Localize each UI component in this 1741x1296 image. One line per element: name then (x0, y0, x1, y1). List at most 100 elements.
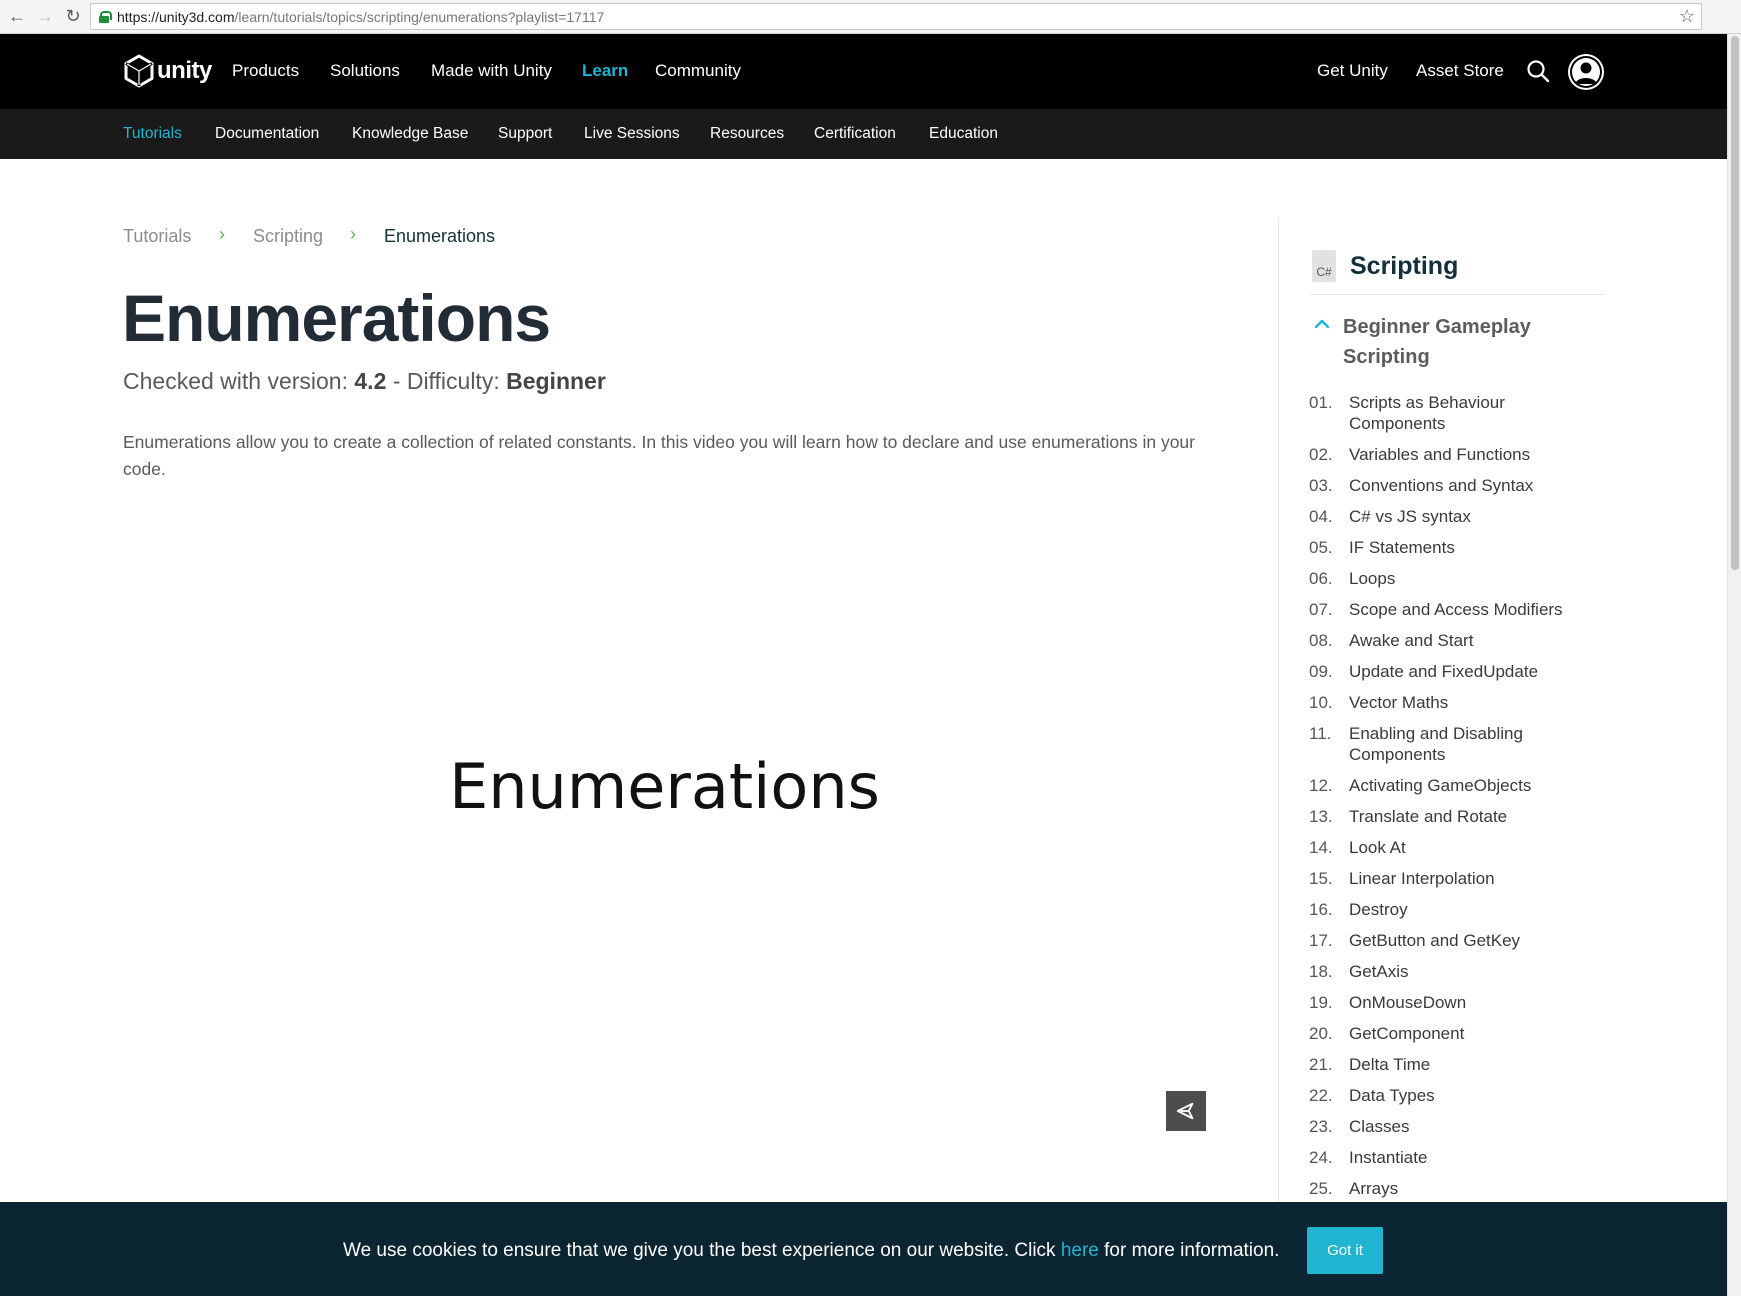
lesson-item[interactable]: 15. Linear Interpolation (1309, 868, 1589, 889)
learn-subnavigation: Tutorials Documentation Knowledge Base S… (0, 109, 1727, 159)
subnav-live-sessions[interactable]: Live Sessions (584, 125, 680, 143)
lesson-label[interactable]: Enabling and Disabling Components (1349, 723, 1589, 765)
lesson-item[interactable]: 10. Vector Maths (1309, 692, 1589, 713)
breadcrumb-tutorials[interactable]: Tutorials (123, 226, 191, 247)
unity-logo[interactable]: unity (123, 54, 212, 88)
nav-community[interactable]: Community (655, 61, 741, 81)
video-title-card: Enumerations (449, 750, 880, 823)
search-icon[interactable] (1526, 59, 1550, 83)
lesson-label[interactable]: Instantiate (1349, 1147, 1589, 1168)
subnav-knowledge-base[interactable]: Knowledge Base (352, 125, 468, 143)
lesson-label[interactable]: Look At (1349, 837, 1589, 858)
lesson-item[interactable]: 08. Awake and Start (1309, 630, 1589, 651)
subnav-support[interactable]: Support (498, 125, 552, 143)
lesson-item[interactable]: 01. Scripts as Behaviour Components (1309, 392, 1589, 434)
lesson-item[interactable]: 12. Activating GameObjects (1309, 775, 1589, 796)
lesson-label[interactable]: C# vs JS syntax (1349, 506, 1589, 527)
lesson-item[interactable]: 19. OnMouseDown (1309, 992, 1589, 1013)
nav-asset-store[interactable]: Asset Store (1416, 61, 1504, 81)
nav-made-with-unity[interactable]: Made with Unity (431, 61, 552, 81)
brand-name: unity (157, 57, 212, 84)
lesson-label[interactable]: GetButton and GetKey (1349, 930, 1589, 951)
lesson-item[interactable]: 11. Enabling and Disabling Components (1309, 723, 1589, 765)
breadcrumb-separator: › (219, 224, 225, 244)
lesson-label[interactable]: GetComponent (1349, 1023, 1589, 1044)
lesson-number: 16. (1309, 900, 1333, 919)
lesson-item[interactable]: 18. GetAxis (1309, 961, 1589, 982)
reload-icon[interactable]: ↻ (62, 6, 84, 28)
lesson-label[interactable]: Destroy (1349, 899, 1589, 920)
lesson-item[interactable]: 02. Variables and Functions (1309, 444, 1589, 465)
lesson-label[interactable]: Scope and Access Modifiers (1349, 599, 1589, 620)
lesson-item[interactable]: 16. Destroy (1309, 899, 1589, 920)
lesson-label[interactable]: Classes (1349, 1116, 1589, 1137)
lesson-label[interactable]: IF Statements (1349, 537, 1589, 558)
csharp-icon-label: C# (1316, 265, 1332, 279)
cookie-accept-button[interactable]: Got it (1307, 1227, 1383, 1274)
unity-watermark-icon[interactable] (1166, 1091, 1206, 1131)
lesson-item[interactable]: 23. Classes (1309, 1116, 1589, 1137)
lesson-item[interactable]: 14. Look At (1309, 837, 1589, 858)
playlist-title[interactable]: Beginner Gameplay Scripting (1343, 312, 1543, 372)
lesson-item[interactable]: 24. Instantiate (1309, 1147, 1589, 1168)
breadcrumb-separator: › (350, 224, 356, 244)
nav-get-unity[interactable]: Get Unity (1317, 61, 1388, 81)
lesson-number: 07. (1309, 600, 1333, 619)
lesson-label[interactable]: Scripts as Behaviour Components (1349, 392, 1589, 434)
lesson-item[interactable]: 03. Conventions and Syntax (1309, 475, 1589, 496)
top-navigation: unity Products Solutions Made with Unity… (0, 34, 1727, 109)
lesson-item[interactable]: 04. C# vs JS syntax (1309, 506, 1589, 527)
page-scrollbar[interactable] (1727, 34, 1741, 1296)
lesson-item[interactable]: 07. Scope and Access Modifiers (1309, 599, 1589, 620)
lesson-item[interactable]: 06. Loops (1309, 568, 1589, 589)
sidebar-title[interactable]: Scripting (1350, 252, 1458, 281)
lesson-label[interactable]: GetAxis (1349, 961, 1589, 982)
lesson-label[interactable]: Delta Time (1349, 1054, 1589, 1075)
subnav-documentation[interactable]: Documentation (215, 125, 319, 143)
lesson-label[interactable]: Awake and Start (1349, 630, 1589, 651)
subnav-certification[interactable]: Certification (814, 125, 896, 143)
lesson-label[interactable]: Data Types (1349, 1085, 1589, 1106)
url-path: /learn/tutorials/topics/scripting/enumer… (234, 8, 605, 25)
lesson-label[interactable]: Conventions and Syntax (1349, 475, 1589, 496)
lesson-label[interactable]: Translate and Rotate (1349, 806, 1589, 827)
cookie-text-before: We use cookies to ensure that we give yo… (343, 1240, 1061, 1261)
address-bar[interactable]: https://unity3d.com/learn/tutorials/topi… (90, 3, 1702, 30)
lesson-item[interactable]: 25. Arrays (1309, 1178, 1589, 1199)
nav-products[interactable]: Products (232, 61, 299, 81)
subnav-tutorials[interactable]: Tutorials (123, 125, 182, 143)
lesson-item[interactable]: 21. Delta Time (1309, 1054, 1589, 1075)
lesson-label[interactable]: Vector Maths (1349, 692, 1589, 713)
back-arrow-icon[interactable]: ← (6, 6, 28, 28)
subnav-resources[interactable]: Resources (710, 125, 784, 143)
user-avatar-icon[interactable] (1568, 54, 1604, 90)
lesson-label[interactable]: Update and FixedUpdate (1349, 661, 1589, 682)
lesson-label[interactable]: Variables and Functions (1349, 444, 1589, 465)
video-player[interactable]: Enumerations (123, 510, 1206, 1192)
lesson-item[interactable]: 09. Update and FixedUpdate (1309, 661, 1589, 682)
browser-toolbar: ← → ↻ https://unity3d.com/learn/tutorial… (0, 0, 1741, 34)
bookmark-star-icon[interactable]: ☆ (1679, 6, 1695, 27)
lesson-item[interactable]: 22. Data Types (1309, 1085, 1589, 1106)
subnav-education[interactable]: Education (929, 125, 998, 143)
nav-learn[interactable]: Learn (582, 61, 628, 81)
lesson-item[interactable]: 05. IF Statements (1309, 537, 1589, 558)
nav-solutions[interactable]: Solutions (330, 61, 400, 81)
cookie-more-info-link[interactable]: here (1061, 1240, 1099, 1261)
lesson-label[interactable]: Arrays (1349, 1178, 1589, 1199)
playlist-toggle[interactable]: Beginner Gameplay Scripting (1312, 312, 1543, 372)
lesson-label[interactable]: Loops (1349, 568, 1589, 589)
lesson-label[interactable]: Activating GameObjects (1349, 775, 1589, 796)
lesson-item[interactable]: 17. GetButton and GetKey (1309, 930, 1589, 951)
chevron-up-icon[interactable] (1312, 314, 1332, 334)
lesson-label[interactable]: OnMouseDown (1349, 992, 1589, 1013)
lesson-label[interactable]: Linear Interpolation (1349, 868, 1589, 889)
meta-separator: - (386, 368, 407, 394)
lesson-item[interactable]: 13. Translate and Rotate (1309, 806, 1589, 827)
forward-arrow-icon[interactable]: → (34, 6, 56, 28)
lesson-item[interactable]: 20. GetComponent (1309, 1023, 1589, 1044)
scrollbar-thumb[interactable] (1731, 36, 1739, 570)
breadcrumb-scripting[interactable]: Scripting (253, 226, 323, 247)
lesson-number: 19. (1309, 993, 1333, 1012)
version-value: 4.2 (354, 368, 387, 394)
